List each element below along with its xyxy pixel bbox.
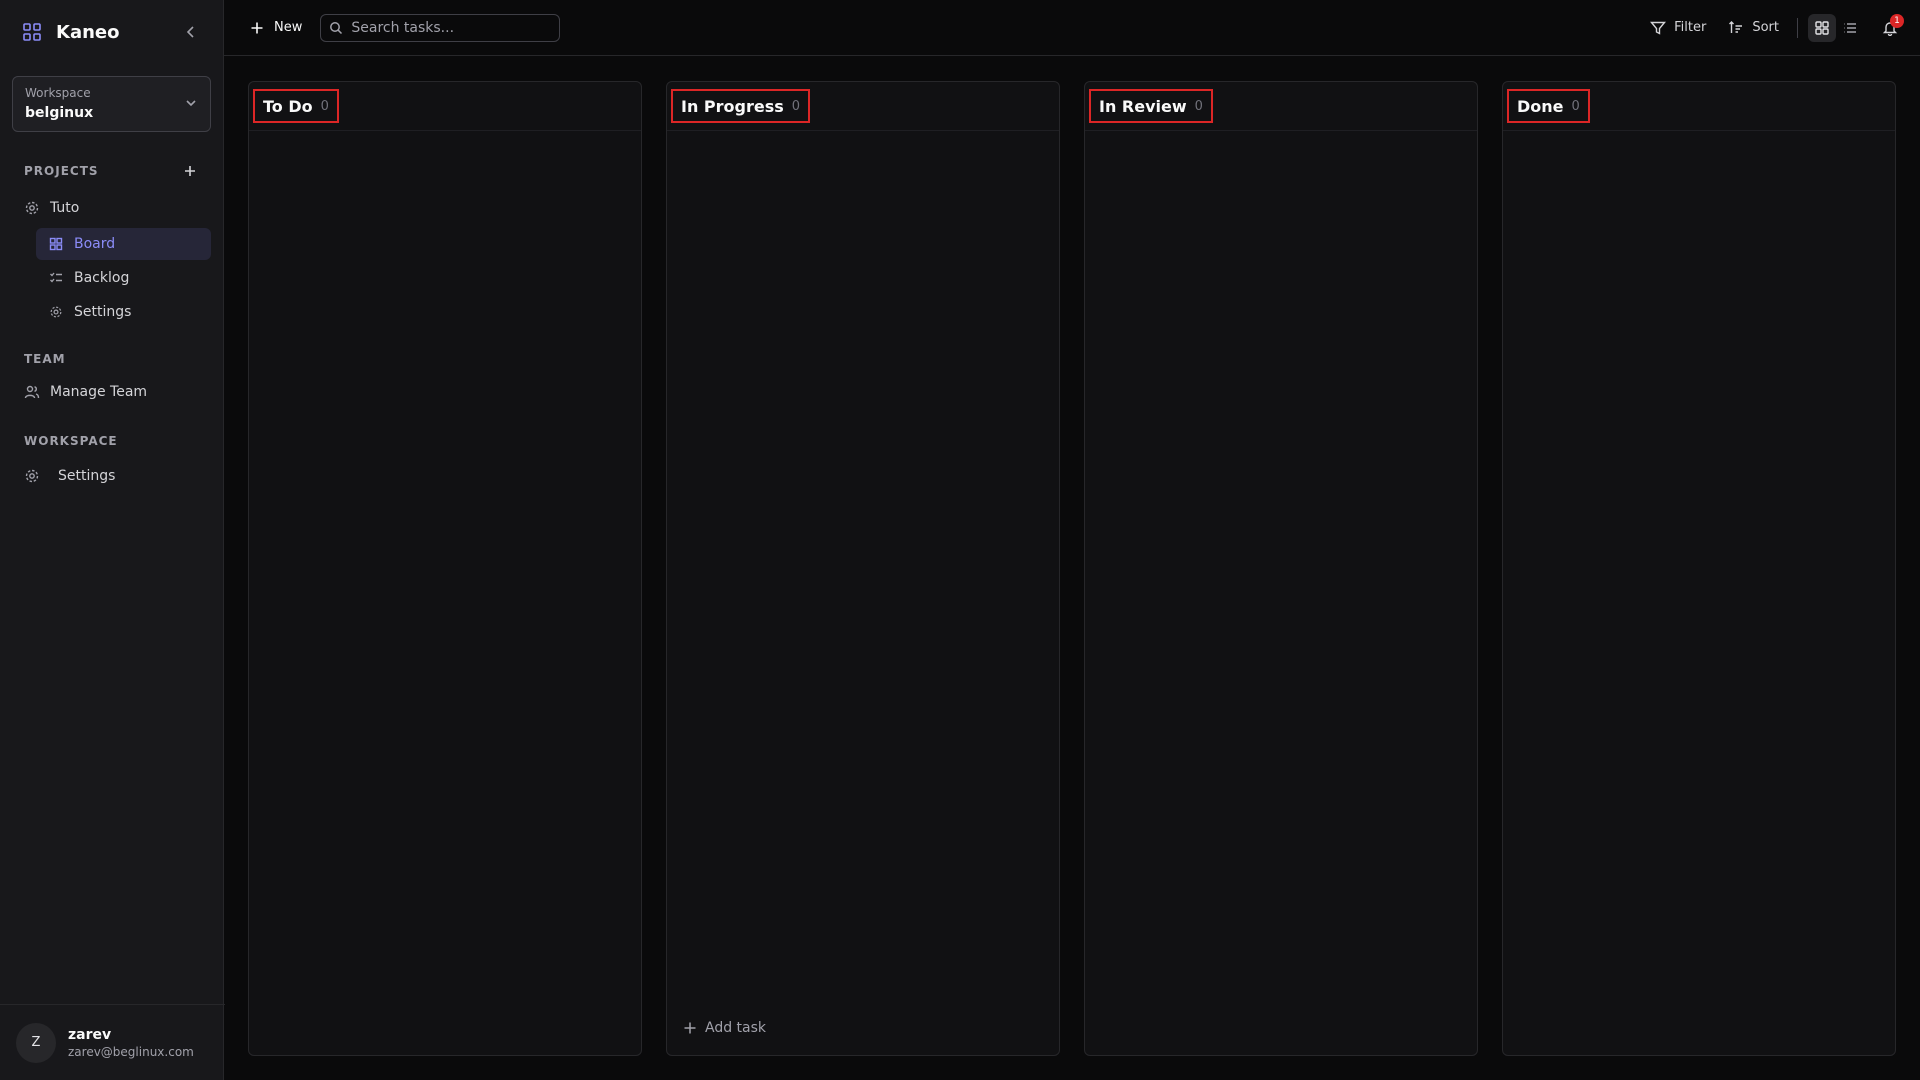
sort-button[interactable]: Sort bbox=[1720, 14, 1787, 42]
workspace-selector-texts: Workspace belginux bbox=[25, 85, 184, 123]
list-view-icon bbox=[1844, 22, 1856, 33]
plus-icon bbox=[250, 21, 264, 35]
user-texts: zarev zarev@beglinux.com bbox=[68, 1027, 194, 1059]
column-header: In Review 0 bbox=[1085, 82, 1477, 131]
topbar-divider bbox=[1797, 17, 1798, 38]
notifications-button[interactable]: 1 bbox=[1876, 13, 1904, 42]
plus-icon bbox=[683, 1021, 697, 1035]
column-todo: To Do 0 bbox=[248, 81, 642, 1056]
sort-icon bbox=[1728, 20, 1744, 36]
main-area: New Filter Sort bbox=[224, 0, 1920, 1080]
sidebar-item-label: Backlog bbox=[74, 270, 130, 286]
app-root: Kaneo Workspace belginux PROJECTS Tuto B… bbox=[0, 0, 1920, 1080]
workspace-selector-value: belginux bbox=[25, 105, 94, 121]
brand-row: Kaneo bbox=[0, 0, 223, 64]
notification-badge: 1 bbox=[1890, 13, 1904, 28]
projects-heading-text: PROJECTS bbox=[24, 164, 99, 178]
sidebar-item-project-settings[interactable]: Settings bbox=[36, 296, 211, 328]
column-header: In Progress 0 bbox=[667, 82, 1059, 131]
board-icon bbox=[48, 236, 64, 252]
sidebar-item-board[interactable]: Board bbox=[36, 228, 211, 260]
projects-heading: PROJECTS bbox=[0, 160, 223, 182]
users-icon bbox=[24, 384, 40, 400]
column-count: 0 bbox=[791, 98, 801, 114]
user-name: zarev bbox=[68, 1026, 112, 1043]
column-title: In Review bbox=[1099, 96, 1187, 116]
board-view-button[interactable] bbox=[1808, 13, 1836, 42]
workspace-heading: WORKSPACE bbox=[0, 430, 223, 452]
team-heading: TEAM bbox=[0, 348, 223, 370]
user-profile[interactable]: Z zarev zarev@beglinux.com bbox=[0, 1004, 225, 1080]
filter-button[interactable]: Filter bbox=[1642, 14, 1714, 42]
project-name: Tuto bbox=[50, 200, 80, 216]
column-title: To Do bbox=[263, 96, 313, 116]
avatar: Z bbox=[16, 1022, 56, 1063]
gear-icon bbox=[24, 200, 40, 216]
workspace-selector[interactable]: Workspace belginux bbox=[12, 76, 211, 132]
chevron-left-icon bbox=[186, 26, 194, 38]
add-task-button[interactable]: Add task bbox=[683, 1015, 766, 1041]
sidebar-item-label: Settings bbox=[58, 468, 116, 484]
search-input[interactable] bbox=[351, 19, 552, 36]
column-in-review: In Review 0 bbox=[1084, 81, 1478, 1056]
column-title: Done bbox=[1517, 96, 1564, 116]
user-email: zarev@beglinux.com bbox=[68, 1044, 194, 1059]
column-title: In Progress bbox=[681, 96, 784, 116]
column-title-box: To Do 0 bbox=[253, 89, 339, 123]
project-tuto[interactable]: Tuto bbox=[12, 192, 211, 224]
list-check-icon bbox=[48, 270, 64, 286]
kanban-board: To Do 0 In Progress 0 Add task In Review… bbox=[224, 56, 1920, 1080]
brand-name: Kaneo bbox=[56, 21, 120, 43]
sidebar-item-label: Board bbox=[74, 236, 116, 252]
filter-icon bbox=[1650, 20, 1667, 36]
list-view-button[interactable] bbox=[1836, 14, 1864, 42]
topbar: New Filter Sort bbox=[224, 0, 1920, 56]
gear-icon bbox=[24, 468, 40, 484]
sidebar: Kaneo Workspace belginux PROJECTS Tuto B… bbox=[0, 0, 225, 1080]
team-heading-text: TEAM bbox=[24, 352, 66, 366]
column-header: To Do 0 bbox=[249, 82, 641, 131]
column-title-box: Done 0 bbox=[1507, 89, 1590, 123]
add-project-button[interactable] bbox=[181, 162, 199, 180]
column-count: 0 bbox=[320, 98, 329, 114]
search-icon bbox=[329, 21, 343, 35]
search-box bbox=[320, 13, 561, 42]
gear-icon bbox=[48, 304, 64, 320]
sidebar-item-manage-team[interactable]: Manage Team bbox=[12, 376, 211, 408]
add-task-label: Add task bbox=[705, 1020, 767, 1036]
plus-icon bbox=[185, 166, 195, 176]
chevron-down-icon bbox=[184, 95, 198, 114]
column-header: Done 0 bbox=[1503, 82, 1895, 131]
grid-logo-icon bbox=[22, 22, 42, 42]
sidebar-item-workspace-settings[interactable]: Settings bbox=[12, 460, 211, 492]
filter-label: Filter bbox=[1674, 20, 1707, 35]
workspace-heading-text: WORKSPACE bbox=[24, 434, 118, 448]
workspace-selector-label: Workspace bbox=[25, 86, 91, 100]
sidebar-item-label: Manage Team bbox=[50, 384, 148, 400]
new-task-button[interactable]: New bbox=[240, 14, 312, 42]
column-count: 0 bbox=[1571, 98, 1580, 114]
collapse-sidebar-button[interactable] bbox=[181, 22, 201, 42]
column-count: 0 bbox=[1194, 98, 1203, 114]
column-in-progress: In Progress 0 Add task bbox=[666, 81, 1060, 1056]
grid-view-icon bbox=[1815, 20, 1829, 35]
column-done: Done 0 bbox=[1502, 81, 1896, 1056]
column-title-box: In Progress 0 bbox=[671, 89, 811, 123]
new-button-label: New bbox=[274, 20, 303, 35]
sidebar-item-backlog[interactable]: Backlog bbox=[36, 262, 211, 294]
sidebar-item-label: Settings bbox=[74, 304, 132, 320]
column-title-box: In Review 0 bbox=[1089, 89, 1213, 123]
sort-label: Sort bbox=[1752, 20, 1779, 35]
